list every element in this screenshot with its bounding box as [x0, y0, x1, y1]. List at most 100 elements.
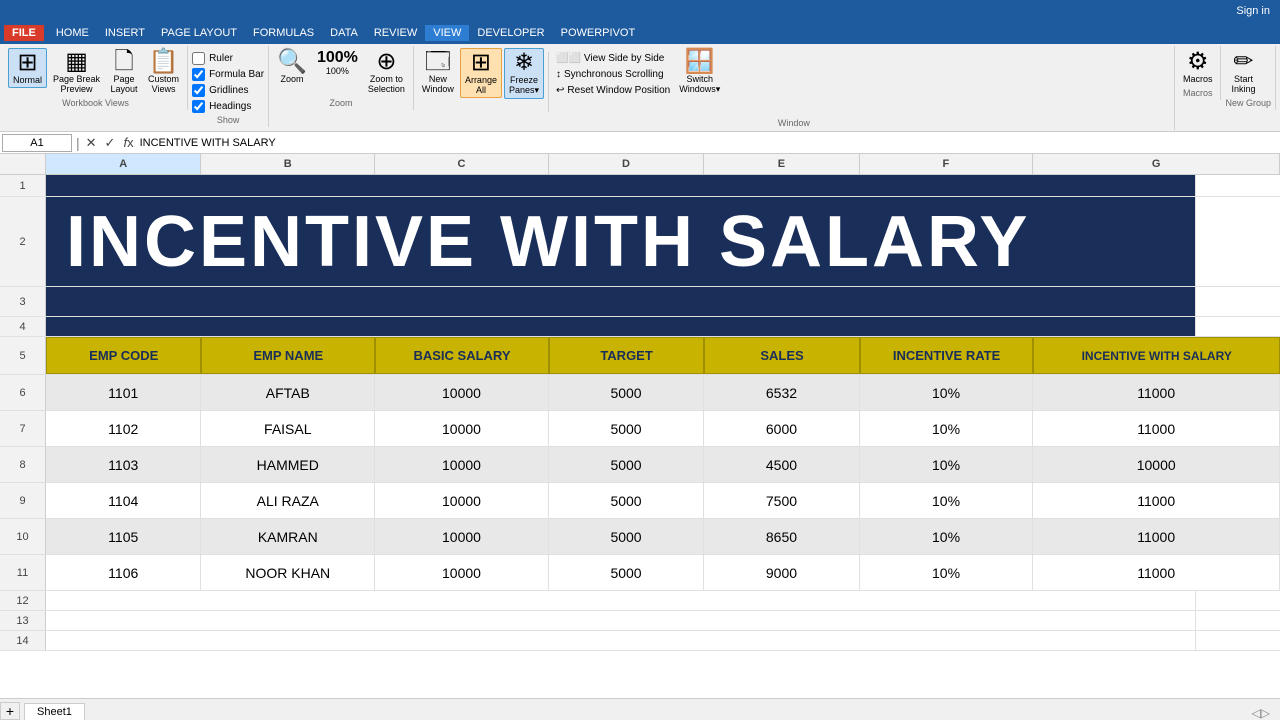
scroll-right-icon[interactable]: ▷: [1261, 706, 1270, 720]
cell-9a[interactable]: 1104: [46, 483, 201, 518]
cell-14-empty[interactable]: [46, 631, 1196, 650]
cell-8a[interactable]: 1103: [46, 447, 201, 482]
cell-11a[interactable]: 1106: [46, 555, 201, 590]
row-num-3[interactable]: 3: [0, 287, 46, 316]
view-side-by-side[interactable]: ⬜⬜ View Side by Side: [553, 52, 673, 65]
ribbon-btn-custom-views[interactable]: 📋 CustomViews: [144, 48, 183, 96]
col-header-f[interactable]: F: [860, 154, 1034, 174]
cell-6b[interactable]: AFTAB: [201, 375, 375, 410]
cell-7f[interactable]: 10%: [860, 411, 1034, 446]
cell-8e[interactable]: 4500: [704, 447, 859, 482]
cell-8b[interactable]: HAMMED: [201, 447, 375, 482]
row-num-8[interactable]: 8: [0, 447, 46, 482]
cell-6c[interactable]: 10000: [375, 375, 549, 410]
menu-powerpivot[interactable]: POWERPIVOT: [553, 25, 644, 41]
cell-7b[interactable]: FAISAL: [201, 411, 375, 446]
cell-9d[interactable]: 5000: [549, 483, 704, 518]
ribbon-btn-macros[interactable]: ⚙ Macros: [1179, 48, 1217, 86]
cell-10c[interactable]: 10000: [375, 519, 549, 554]
menu-formulas[interactable]: FORMULAS: [245, 25, 322, 41]
cell-7e[interactable]: 6000: [704, 411, 859, 446]
row-num-7[interactable]: 7: [0, 411, 46, 446]
sign-in-link[interactable]: Sign in: [1236, 5, 1270, 17]
cell-11d[interactable]: 5000: [549, 555, 704, 590]
header-emp-code[interactable]: EMP CODE: [46, 337, 201, 374]
menu-view[interactable]: VIEW: [425, 25, 469, 41]
cell-10b[interactable]: KAMRAN: [201, 519, 375, 554]
cell-12-empty[interactable]: [46, 591, 1196, 610]
formula-enter[interactable]: ✓: [103, 135, 118, 151]
ribbon-btn-normal[interactable]: ⊞ Normal: [8, 48, 47, 88]
cell-8g[interactable]: 10000: [1033, 447, 1280, 482]
cell-7a[interactable]: 1102: [46, 411, 201, 446]
cell-9g[interactable]: 11000: [1033, 483, 1280, 518]
col-header-g[interactable]: G: [1033, 154, 1280, 174]
menu-review[interactable]: REVIEW: [366, 25, 425, 41]
menu-file[interactable]: FILE: [4, 25, 44, 41]
title-cell-bot[interactable]: [46, 317, 1196, 336]
cell-7g[interactable]: 11000: [1033, 411, 1280, 446]
cell-11g[interactable]: 11000: [1033, 555, 1280, 590]
title-cell-main[interactable]: INCENTIVE WITH SALARY: [46, 197, 1196, 286]
cell-10f[interactable]: 10%: [860, 519, 1034, 554]
cell-10g[interactable]: 11000: [1033, 519, 1280, 554]
formula-cancel[interactable]: ✕: [84, 135, 99, 151]
ruler-check[interactable]: Ruler: [192, 52, 264, 65]
header-incentive-salary[interactable]: INCENTIVE WITH SALARY: [1033, 337, 1280, 374]
row-num-1[interactable]: 1: [0, 175, 46, 196]
row-num-14[interactable]: 14: [0, 631, 46, 650]
cell-13-empty[interactable]: [46, 611, 1196, 630]
sheet-tab-1[interactable]: Sheet1: [24, 703, 85, 720]
cell-11f[interactable]: 10%: [860, 555, 1034, 590]
header-basic-salary[interactable]: BASIC SALARY: [375, 337, 549, 374]
cell-10e[interactable]: 8650: [704, 519, 859, 554]
row-num-10[interactable]: 10: [0, 519, 46, 554]
headings-check[interactable]: Headings: [192, 100, 264, 113]
title-cell-mid[interactable]: [46, 287, 1196, 316]
cell-11b[interactable]: NOOR KHAN: [201, 555, 375, 590]
cell-9e[interactable]: 7500: [704, 483, 859, 518]
cell-10a[interactable]: 1105: [46, 519, 201, 554]
formula-input[interactable]: [136, 134, 1278, 152]
ruler-checkbox[interactable]: [192, 52, 205, 65]
header-emp-name[interactable]: EMP NAME: [201, 337, 375, 374]
cell-6a[interactable]: 1101: [46, 375, 201, 410]
row-num-2[interactable]: 2: [0, 197, 46, 286]
gridlines-check[interactable]: Gridlines: [192, 84, 264, 97]
cell-7c[interactable]: 10000: [375, 411, 549, 446]
ribbon-btn-page-layout[interactable]: 🗋 PageLayout: [106, 48, 142, 96]
cell-7d[interactable]: 5000: [549, 411, 704, 446]
reset-window-position[interactable]: ↩ Reset Window Position: [553, 84, 673, 97]
col-header-a[interactable]: A: [46, 154, 201, 174]
ribbon-btn-zoom-selection[interactable]: ⊕ Zoom toSelection: [364, 48, 409, 96]
ribbon-btn-100[interactable]: 100% 100%: [313, 48, 362, 78]
header-target[interactable]: TARGET: [549, 337, 704, 374]
cell-9c[interactable]: 10000: [375, 483, 549, 518]
ribbon-btn-new-window[interactable]: 🗔 NewWindow: [418, 48, 458, 96]
scroll-left-icon[interactable]: ◁: [1252, 706, 1261, 720]
menu-home[interactable]: HOME: [48, 25, 97, 41]
row-num-13[interactable]: 13: [0, 611, 46, 630]
col-header-b[interactable]: B: [201, 154, 375, 174]
cell-6f[interactable]: 10%: [860, 375, 1034, 410]
col-header-e[interactable]: E: [704, 154, 859, 174]
row-num-4[interactable]: 4: [0, 317, 46, 336]
menu-insert[interactable]: INSERT: [97, 25, 153, 41]
menu-developer[interactable]: DEVELOPER: [469, 25, 552, 41]
cell-6d[interactable]: 5000: [549, 375, 704, 410]
headings-checkbox[interactable]: [192, 100, 205, 113]
add-sheet-button[interactable]: +: [0, 702, 20, 720]
row-num-9[interactable]: 9: [0, 483, 46, 518]
header-incentive-rate[interactable]: INCENTIVE RATE: [860, 337, 1034, 374]
formula-bar-checkbox[interactable]: [192, 68, 205, 81]
menu-data[interactable]: DATA: [322, 25, 366, 41]
ribbon-btn-page-break[interactable]: ▦ Page BreakPreview: [49, 48, 104, 96]
cell-10d[interactable]: 5000: [549, 519, 704, 554]
cell-8f[interactable]: 10%: [860, 447, 1034, 482]
ribbon-btn-freeze-panes[interactable]: ❄ FreezePanes▾: [504, 48, 544, 99]
cell-11e[interactable]: 9000: [704, 555, 859, 590]
ribbon-btn-switch-windows[interactable]: 🪟 SwitchWindows▾: [675, 48, 724, 97]
cell-6e[interactable]: 6532: [704, 375, 859, 410]
cell-8c[interactable]: 10000: [375, 447, 549, 482]
gridlines-checkbox[interactable]: [192, 84, 205, 97]
